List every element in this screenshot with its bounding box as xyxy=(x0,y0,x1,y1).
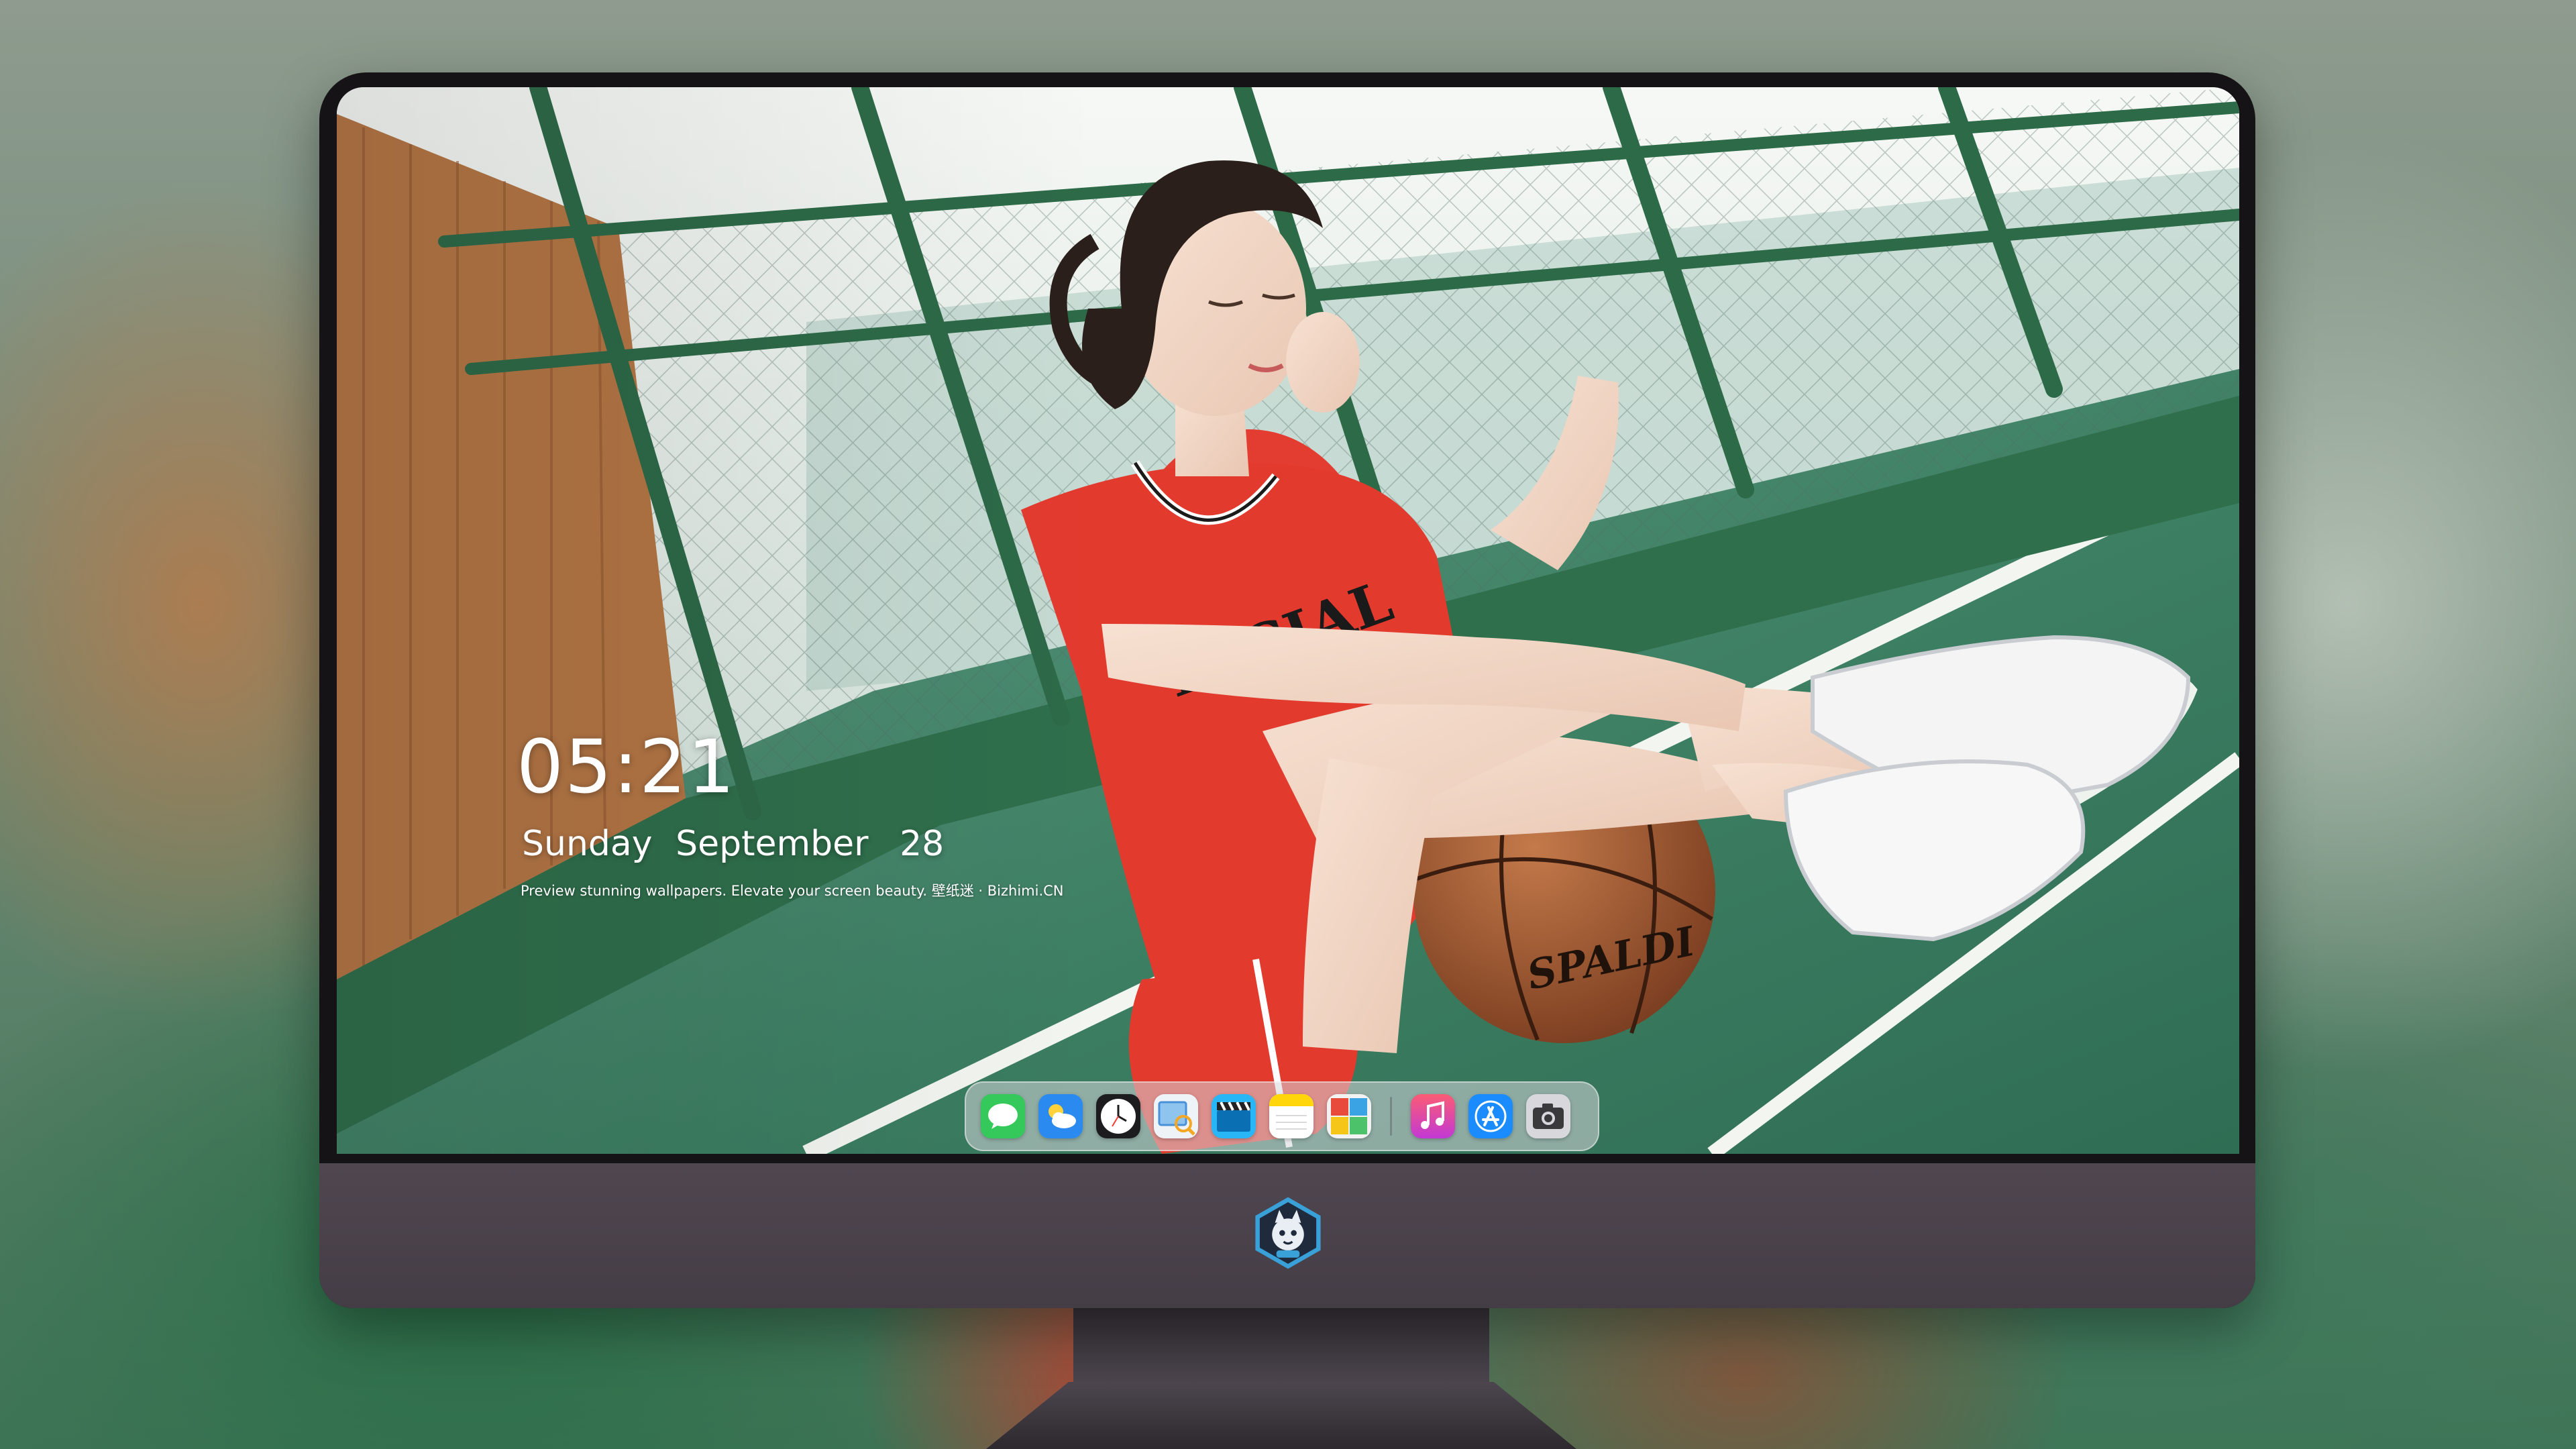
notes-icon xyxy=(1269,1094,1313,1138)
monitor-stand-base xyxy=(986,1382,1576,1449)
brand-logo-icon xyxy=(1255,1197,1321,1269)
dock-item-app-store[interactable] xyxy=(1468,1094,1513,1138)
dock-item-clock[interactable] xyxy=(1096,1094,1140,1138)
messages-icon xyxy=(981,1094,1025,1138)
dock-item-music[interactable] xyxy=(1411,1094,1455,1138)
dock-item-weather[interactable] xyxy=(1038,1094,1083,1138)
dock-item-clips[interactable] xyxy=(1212,1094,1256,1138)
clapperboard-icon xyxy=(1212,1094,1256,1138)
dock-item-messages[interactable] xyxy=(981,1094,1025,1138)
dock-item-camera[interactable] xyxy=(1526,1094,1570,1138)
monitor-stand-neck xyxy=(1073,1308,1489,1382)
music-icon xyxy=(1411,1094,1455,1138)
app-store-icon xyxy=(1468,1094,1513,1138)
photo-booth-icon xyxy=(1327,1094,1371,1138)
dock-item-preview[interactable] xyxy=(1154,1094,1198,1138)
wallpaper-tagline: Preview stunning wallpapers. Elevate you… xyxy=(521,883,1064,899)
preview-icon xyxy=(1154,1094,1198,1138)
desktop-screen: FACIAL SPALDI xyxy=(337,87,2239,1154)
clock-icon xyxy=(1096,1094,1140,1138)
wallpaper-scrim xyxy=(337,87,2239,1154)
clock-weekday: Sunday xyxy=(522,824,653,864)
weather-icon xyxy=(1038,1094,1083,1138)
clock-day: 28 xyxy=(900,824,945,864)
clock-month: September xyxy=(676,824,869,864)
camera-icon xyxy=(1526,1094,1570,1138)
dock xyxy=(965,1081,1599,1151)
clock-date: Sunday September 28 xyxy=(522,826,944,861)
dock-separator xyxy=(1390,1097,1392,1136)
clock-time: 05:21 xyxy=(517,724,737,810)
dock-item-notes[interactable] xyxy=(1269,1094,1313,1138)
dock-item-photo-booth[interactable] xyxy=(1327,1094,1371,1138)
